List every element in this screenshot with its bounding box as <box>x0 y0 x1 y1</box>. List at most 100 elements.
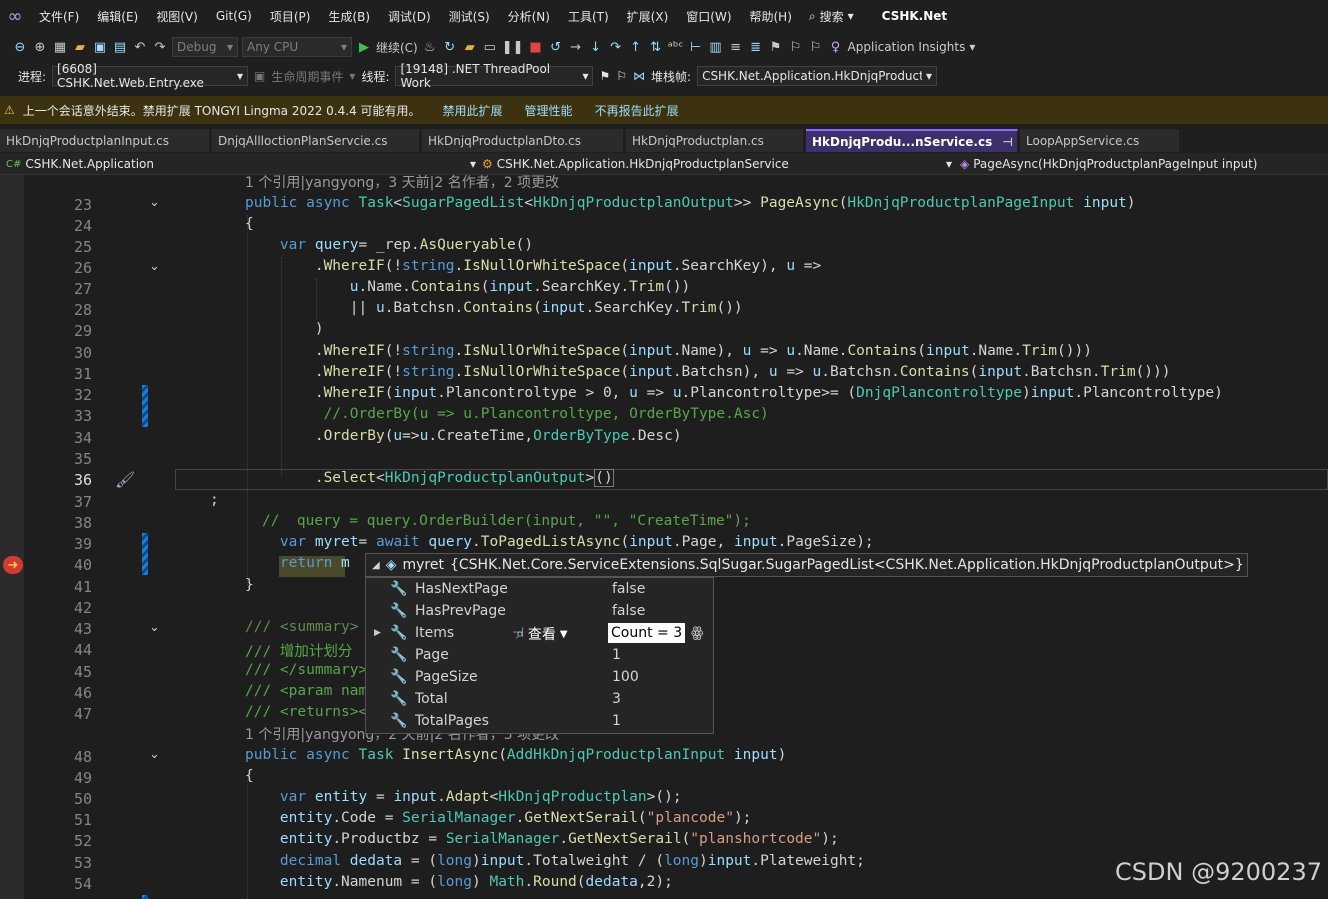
platform-select[interactable]: Any CPU ▾ <box>242 37 352 57</box>
breakpoint-window-icon[interactable]: ⊢ <box>688 37 704 57</box>
stack-frame-label: 堆栈帧: <box>651 69 692 84</box>
member-dropdown[interactable]: ◈ PageAsync(HkDnjqProductplanPageInput in… <box>960 153 1326 175</box>
menu-test[interactable]: 测试(S) <box>440 8 499 25</box>
config-select[interactable]: Debug ▾ <box>172 37 238 57</box>
breakpoint-margin[interactable] <box>0 175 24 899</box>
chevron-down-icon: ▾ <box>349 69 356 83</box>
menu-edit[interactable]: 编辑(E) <box>88 8 147 25</box>
pin-icon[interactable]: ⊣ <box>1002 135 1012 149</box>
process-select[interactable]: [6608] CSHK.Net.Web.Entry.exe ▾ <box>52 62 249 90</box>
menu-extensions[interactable]: 扩展(X) <box>618 8 678 25</box>
back-icon[interactable]: ⊖ <box>12 37 28 57</box>
tab-allocation-plan-service[interactable]: DnjqAllloctionPlanServcie.cs <box>212 129 420 152</box>
collapse-triangle-icon[interactable]: ◢ <box>372 560 380 571</box>
forward-icon[interactable]: ⊕ <box>32 37 48 57</box>
bookmark-next-icon[interactable]: ⚐ <box>808 37 824 57</box>
code-line: /// <summary> <box>245 619 359 635</box>
pause-icon[interactable]: ❚❚ <box>502 37 524 57</box>
new-project-icon[interactable]: ▦ <box>52 37 68 57</box>
restart-icon[interactable]: ↺ <box>548 37 564 57</box>
hot-reload-icon[interactable]: ♨ <box>422 37 438 57</box>
menu-window[interactable]: 窗口(W) <box>677 8 740 25</box>
step-out-icon[interactable]: ↑ <box>628 37 644 57</box>
comment-icon[interactable]: ≡ <box>728 37 744 57</box>
show-next-statement-icon[interactable]: → <box>568 37 584 57</box>
menu-file[interactable]: 文件(F) <box>30 8 88 25</box>
breakpoint-current-statement-icon[interactable]: ➜ <box>3 556 23 574</box>
layout-icon[interactable]: ▥ <box>708 37 724 57</box>
search-box[interactable]: ⌕ 搜索 ▾ <box>809 8 854 25</box>
menu-git[interactable]: Git(G) <box>207 9 261 23</box>
navigation-bar: C# CSHK.Net.Application ▾ ⚙ CSHK.Net.Applic… <box>0 153 1328 175</box>
redo-icon[interactable]: ↷ <box>152 37 168 57</box>
expand-triangle-icon[interactable]: ▶ <box>374 628 381 638</box>
lifecycle-events-button[interactable]: 生命周期事件 <box>271 68 343 85</box>
tab-loop-app-service[interactable]: LoopAppService.cs <box>1020 129 1180 152</box>
datatip-row[interactable]: 🔧 HasNextPage false <box>366 578 713 600</box>
bookmark-icon[interactable]: ⚑ <box>768 37 784 57</box>
restart-arrow-icon[interactable]: ↻ <box>442 37 458 57</box>
datatip-row[interactable]: 🔧 TotalPages 1 <box>366 710 713 732</box>
code-editor[interactable]: ➜ ⌄ ⌄ ⌄ ⌄ 🖌 23 24 25 26 27 28 29 30 31 3… <box>0 175 1328 899</box>
items-count-value[interactable]: Count = 3 <box>608 623 686 643</box>
dont-report-link[interactable]: 不再报告此扩展 <box>595 102 679 119</box>
disable-extension-link[interactable]: 禁用此扩展 <box>443 102 503 119</box>
line-number: 36 <box>73 471 92 489</box>
open-folder-icon[interactable]: ▰ <box>72 37 88 57</box>
window-icon[interactable]: ▭ <box>482 37 498 57</box>
tab-productplan-service[interactable]: HkDnjqProdu...nService.cs⊣✕ <box>806 129 1018 152</box>
quick-actions-icon[interactable]: 🖌 <box>115 470 135 489</box>
lightbulb-icon[interactable]: ♀ <box>828 37 844 57</box>
datatip-row[interactable]: ▶ 🔧 Items ⊣ ⌕ 查看 ▼ Count = 3 ꙮ <box>366 622 713 644</box>
lifecycle-icon[interactable]: ▣ <box>254 69 265 83</box>
menu-build[interactable]: 生成(B) <box>319 8 379 25</box>
folder-icon[interactable]: ▰ <box>462 37 478 57</box>
code-line: .WhereIF(!string.IsNullOrWhiteSpace(inpu… <box>245 364 1171 380</box>
line-number: 47 <box>73 705 92 723</box>
hex-icon[interactable]: ⇅ <box>648 37 664 57</box>
menu-help[interactable]: 帮助(H) <box>741 8 801 25</box>
datatip-row[interactable]: 🔧 PageSize 100 <box>366 666 713 688</box>
datatip-row[interactable]: 🔧 HasPrevPage false <box>366 600 713 622</box>
flag-icon[interactable]: ⚑ <box>599 69 610 83</box>
datatip-type: {CSHK.Net.Core.ServiceExtensions.SqlSuga… <box>449 557 1244 573</box>
datatip-row[interactable]: 🔧 Page 1 <box>366 644 713 666</box>
menu-analyze[interactable]: 分析(N) <box>499 8 559 25</box>
continue-button[interactable]: 继续(C) <box>376 39 418 56</box>
menu-debug[interactable]: 调试(D) <box>379 8 440 25</box>
fold-toggle[interactable]: ⌄ <box>149 195 160 210</box>
thread-select[interactable]: [19148] .NET ThreadPool Work ▾ <box>395 62 594 90</box>
datatip-row[interactable]: 🔧 Total 3 <box>366 688 713 710</box>
codelens[interactable]: 1 个引用|yangyong，3 天前|2 名作者，2 项更改 <box>245 172 559 192</box>
save-all-icon[interactable]: ▤ <box>112 37 128 57</box>
view-label: 查看 <box>527 627 556 643</box>
bookmark-prev-icon[interactable]: ⚐ <box>788 37 804 57</box>
step-over-icon[interactable]: ↷ <box>608 37 624 57</box>
line-number: 43 <box>73 620 92 638</box>
tab-productplan[interactable]: HkDnjqProductplan.cs <box>626 129 804 152</box>
debug-location-toolbar: 进程: [6608] CSHK.Net.Web.Entry.exe ▾ ▣ 生命周… <box>0 62 1328 90</box>
copilot-icon[interactable]: ꙮ <box>691 625 703 641</box>
menu-project[interactable]: 项目(P) <box>261 8 320 25</box>
tab-productplan-input[interactable]: HkDnjqProductplanInput.cs <box>0 129 210 152</box>
continue-icon[interactable]: ▶ <box>356 37 372 57</box>
fold-toggle[interactable]: ⌄ <box>149 620 160 635</box>
save-icon[interactable]: ▣ <box>92 37 108 57</box>
application-insights-button[interactable]: Application Insights <box>848 40 966 54</box>
menu-tools[interactable]: 工具(T) <box>559 8 618 25</box>
spell-check-icon[interactable]: ᵃᵇᶜ <box>668 37 684 57</box>
uncomment-icon[interactable]: ≣ <box>748 37 764 57</box>
manage-performance-link[interactable]: 管理性能 <box>525 102 573 119</box>
datatip-header[interactable]: ◢ ◈ myret {CSHK.Net.Core.ServiceExtensio… <box>365 553 1248 577</box>
view-visualizer-button[interactable]: ⌕ 查看 ▼ <box>516 624 568 644</box>
line-number: 44 <box>73 641 92 659</box>
flag-threads-icon[interactable]: ⚐ <box>616 69 627 83</box>
stop-icon[interactable]: ■ <box>528 37 544 57</box>
fold-toggle[interactable]: ⌄ <box>149 747 160 762</box>
step-into-icon[interactable]: ↓ <box>588 37 604 57</box>
tab-productplan-dto[interactable]: HkDnjqProductplanDto.cs <box>422 129 624 152</box>
stack-frame-select[interactable]: CSHK.Net.Application.HkDnjqProductp ▾ <box>697 66 938 86</box>
undo-icon[interactable]: ↶ <box>132 37 148 57</box>
menu-view[interactable]: 视图(V) <box>147 8 207 25</box>
fold-toggle[interactable]: ⌄ <box>149 259 160 274</box>
